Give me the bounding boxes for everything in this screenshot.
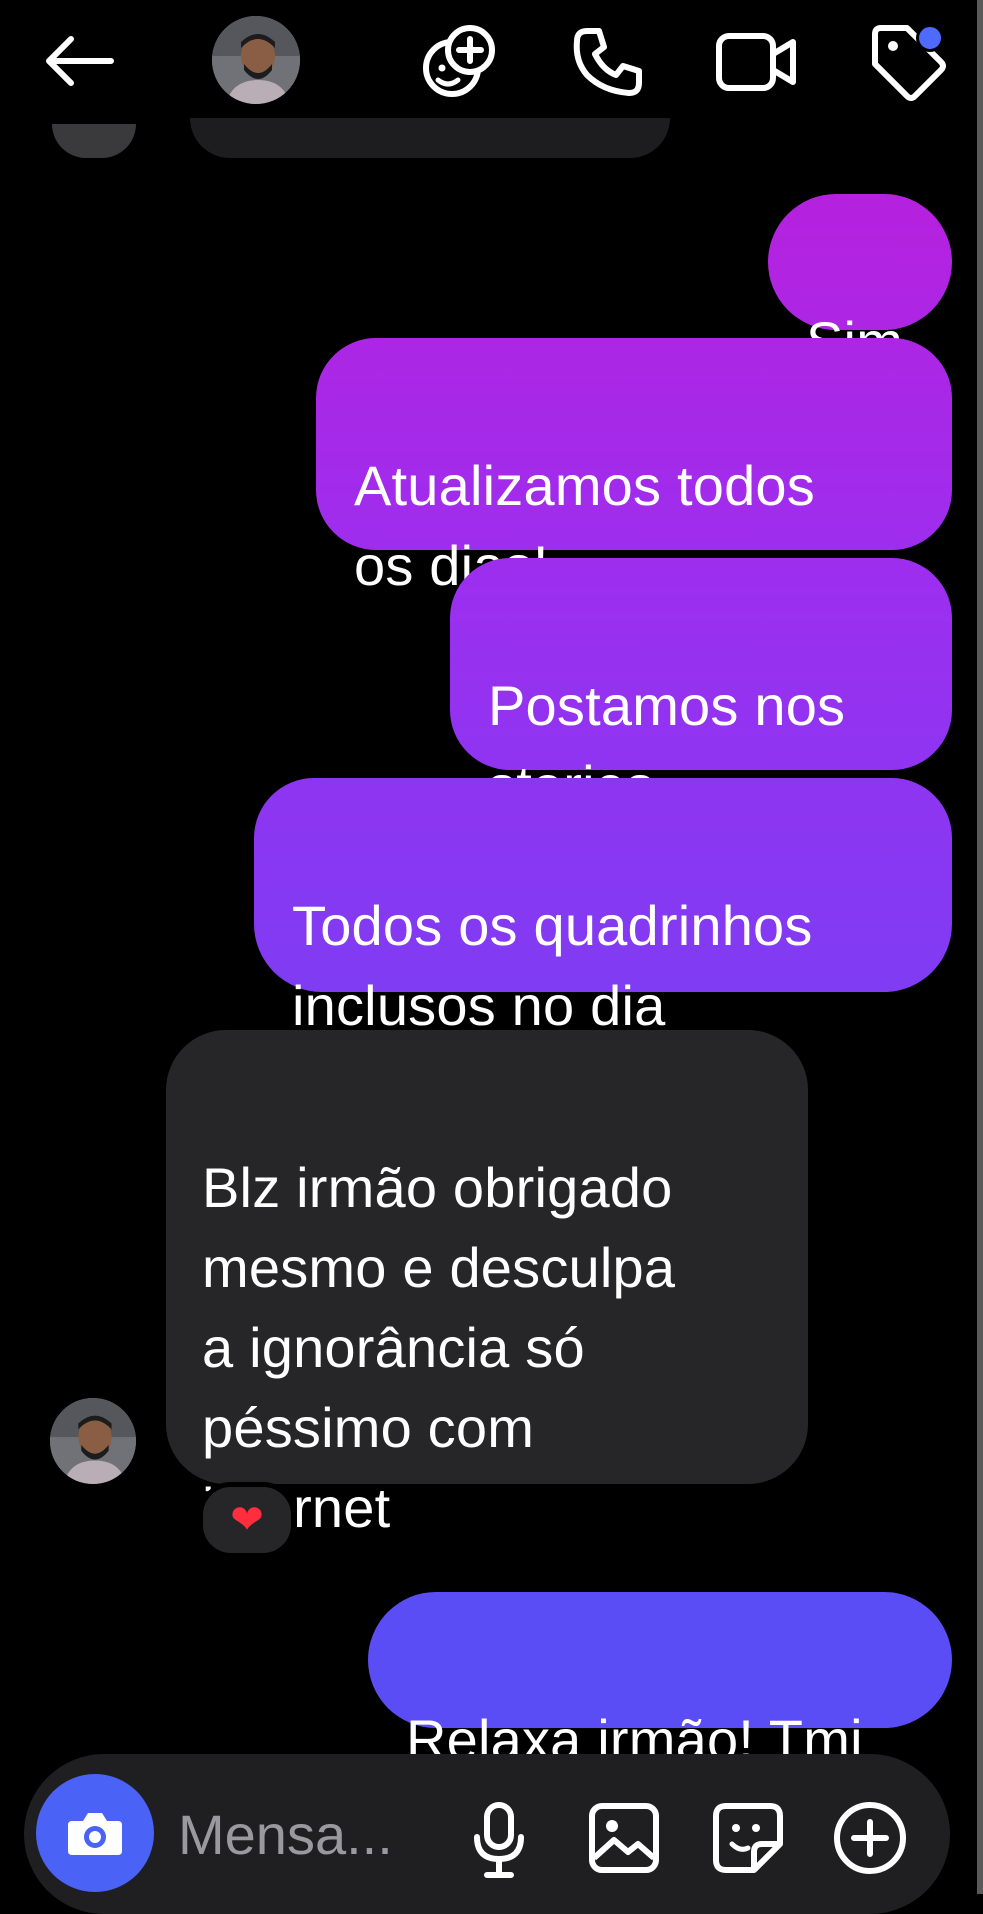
image-icon[interactable] bbox=[586, 1800, 662, 1876]
heart-reaction-icon: ❤ bbox=[230, 1498, 264, 1542]
message-bubble-incoming[interactable]: Blz irmão obrigado mesmo e desculpa a ig… bbox=[166, 1030, 808, 1539]
sender-avatar[interactable] bbox=[50, 1398, 136, 1484]
message-bubble-outgoing[interactable]: Atualizamos todos os dias! bbox=[316, 338, 952, 597]
message-text: Todos os quadrinhos inclusos no dia bbox=[292, 894, 813, 1037]
notification-dot bbox=[916, 24, 944, 52]
message-bubble-outgoing[interactable]: Relaxa irmão! Tmj bbox=[368, 1592, 952, 1771]
message-bubble-outgoing[interactable]: Sim bbox=[768, 194, 952, 373]
previous-avatar bbox=[52, 124, 136, 158]
sticker-icon[interactable] bbox=[710, 1800, 786, 1876]
camera-icon bbox=[68, 1813, 122, 1855]
camera-button[interactable] bbox=[36, 1774, 154, 1892]
message-input[interactable] bbox=[178, 1794, 428, 1874]
phone-icon[interactable] bbox=[568, 22, 648, 102]
message-bubble-outgoing[interactable]: Todos os quadrinhos inclusos no dia bbox=[254, 778, 952, 1037]
effects-icon[interactable] bbox=[418, 20, 502, 104]
microphone-icon[interactable] bbox=[466, 1800, 532, 1880]
heart-reaction-badge[interactable]: ❤ bbox=[198, 1482, 296, 1558]
message-text: Blz irmão obrigado mesmo e desculpa a ig… bbox=[202, 1156, 676, 1539]
video-camera-icon[interactable] bbox=[712, 24, 802, 100]
previous-message-bubble bbox=[190, 118, 670, 158]
message-bubble-outgoing[interactable]: Postamos nos stories bbox=[450, 558, 952, 817]
contact-avatar[interactable] bbox=[212, 16, 300, 104]
back-arrow-icon[interactable] bbox=[38, 26, 118, 96]
plus-circle-icon[interactable] bbox=[830, 1798, 910, 1878]
scrollbar[interactable] bbox=[977, 0, 983, 1894]
chat-header bbox=[0, 0, 977, 130]
